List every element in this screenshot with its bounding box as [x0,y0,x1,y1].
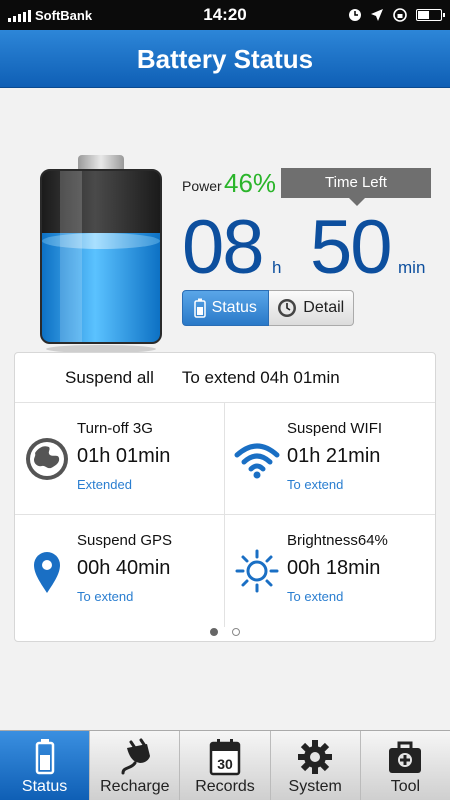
rotation-lock-icon [393,8,407,22]
tab-status[interactable]: Status [0,731,91,800]
status-toggle-button[interactable]: Status [182,290,269,326]
suspend-item-time: 01h 01min [77,445,171,467]
power-label: Power [182,178,222,194]
suspend-item-label: Turn-off 3G [77,420,153,437]
tab-label: Status [21,778,68,795]
page-title: Battery Status [0,30,450,88]
suspend-item-status: Extended [77,477,132,492]
calendar-icon-text: 30 [217,756,233,772]
tab-label: System [288,778,342,795]
tab-system[interactable]: System [271,731,361,800]
suspend-item-3g[interactable]: Turn-off 3G 01h 01min Extended [15,403,225,515]
time-left-label: Time Left [281,168,431,206]
minutes-remaining: 50 [310,205,393,290]
suspend-item-label: Brightness64% [287,532,388,549]
page-dot [232,628,240,636]
extend-total-label: To extend 04h 01min [181,367,340,387]
location-arrow-icon [371,9,383,21]
tab-bar: Status Recharge 30 Records System Tool [0,730,450,800]
clock-icon [278,299,297,317]
tab-label: Recharge [100,778,170,795]
status-battery-icon [416,9,445,21]
suspend-item-status: To extend [287,477,344,492]
suspend-item-time: 01h 21min [287,445,381,467]
status-toggle-label: Status [211,299,257,316]
map-pin-icon [34,552,60,593]
globe-icon [26,438,68,480]
power-percentage: 46% [224,168,277,198]
view-toggle: Status Detail [182,290,354,326]
toolbox-icon [389,741,422,773]
plug-icon [121,738,150,775]
detail-toggle-button[interactable]: Detail [268,290,354,326]
wifi-icon [234,443,280,479]
alarm-icon [349,9,361,21]
gear-icon [298,740,333,774]
suspend-item-time: 00h 40min [77,557,171,579]
calendar-icon: 30 [209,739,241,776]
tab-label: Records [195,778,255,795]
minutes-unit: min [398,258,426,277]
page-dot-active [210,628,218,636]
suspend-panel: Suspend all To extend 04h 01min Turn-off… [14,352,436,642]
suspend-item-status: To extend [77,589,134,604]
suspend-all-row[interactable]: Suspend all To extend 04h 01min [15,353,435,403]
hours-remaining: 08 [182,205,265,290]
suspend-item-time: 00h 18min [287,557,381,579]
suspend-item-brightness[interactable]: Brightness64% 00h 18min To extend [225,515,435,627]
suspend-item-label: Suspend GPS [77,532,173,549]
battery-level-graphic [40,145,162,353]
suspend-item-gps[interactable]: Suspend GPS 00h 40min To extend [15,515,225,627]
suspend-item-status: To extend [287,589,344,604]
tab-label: Tool [390,778,421,795]
battery-icon [193,298,206,318]
signal-strength-icon [8,8,31,22]
status-bar: SoftBank 14:20 [0,0,450,30]
hours-unit: h [272,258,282,277]
tab-recharge[interactable]: Recharge [90,731,181,800]
suspend-item-wifi[interactable]: Suspend WIFI 01h 21min To extend [225,403,435,515]
battery-icon [35,739,54,775]
sun-icon [235,549,279,593]
tab-records[interactable]: 30 Records [180,731,271,800]
suspend-item-label: Suspend WIFI [287,420,383,437]
page-indicator[interactable] [15,628,435,636]
suspend-all-label: Suspend all [65,367,154,387]
tab-tool[interactable]: Tool [361,731,450,800]
detail-toggle-label: Detail [303,299,345,316]
carrier-name: SoftBank [35,7,93,23]
